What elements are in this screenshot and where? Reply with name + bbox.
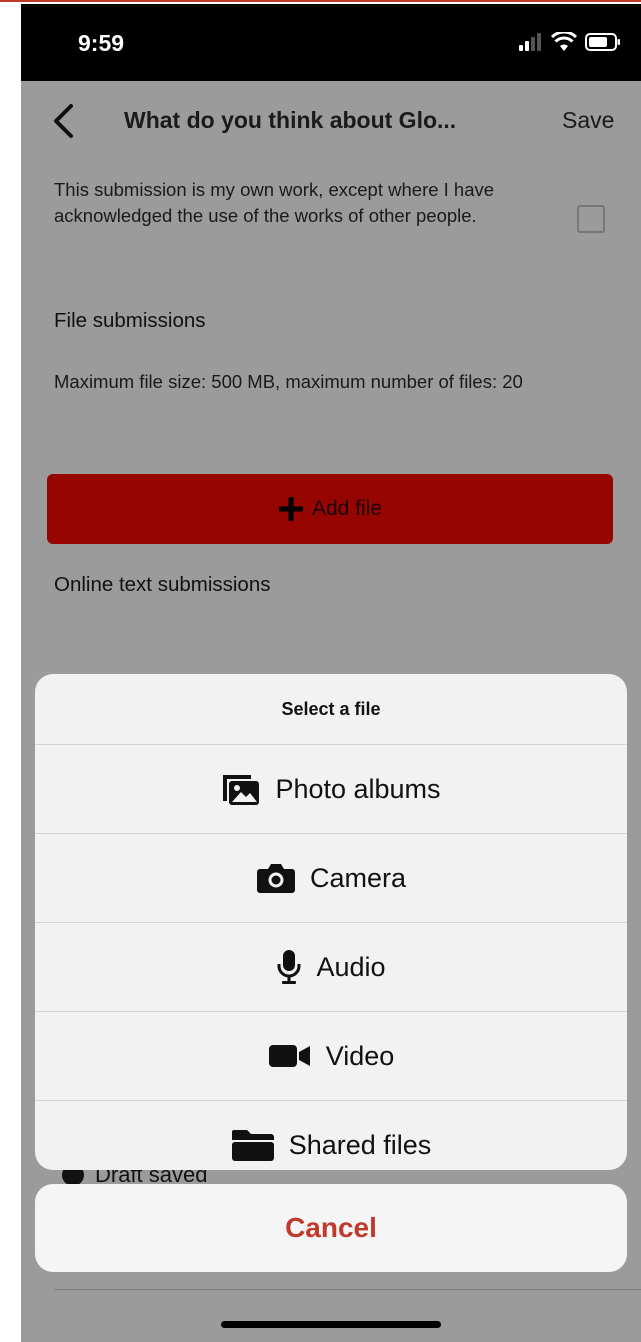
add-file-button[interactable]: Add file: [47, 474, 613, 544]
option-label: Photo albums: [275, 773, 441, 804]
submission-statement: This submission is my own work, except w…: [54, 179, 495, 226]
select-file-sheet: Select a file Photo albums Camera Audio …: [35, 674, 627, 1170]
option-shared-files[interactable]: Shared files: [35, 1101, 627, 1170]
battery-icon: [585, 33, 620, 51]
cancel-button[interactable]: Cancel: [35, 1184, 627, 1272]
status-icons: [519, 32, 621, 52]
file-submissions-heading: File submissions: [54, 309, 206, 332]
wifi-icon: [551, 32, 577, 51]
status-bar: 9:59: [21, 4, 641, 81]
top-accent-line: [0, 0, 641, 2]
option-label: Camera: [309, 862, 407, 893]
camera-icon: [256, 864, 295, 893]
online-text-heading: Online text submissions: [54, 573, 271, 596]
option-audio[interactable]: Audio: [35, 923, 627, 1012]
file-limits-info: Maximum file size: 500 MB, maximum numbe…: [54, 371, 523, 392]
option-label: Shared files: [288, 1129, 432, 1160]
option-label: Audio: [316, 951, 386, 982]
video-icon: [268, 1045, 310, 1067]
add-file-label: Add file: [311, 497, 383, 520]
divider: [54, 1289, 641, 1290]
navigation-bar: What do you think about Glo... Save: [21, 81, 641, 159]
microphone-icon: [277, 950, 301, 984]
statement-checkbox[interactable]: [577, 205, 605, 233]
option-label: Video: [325, 1040, 395, 1071]
photo-albums-icon: [223, 775, 260, 805]
save-button[interactable]: Save: [562, 107, 614, 134]
signal-icon: [519, 33, 541, 51]
option-video[interactable]: Video: [35, 1012, 627, 1101]
option-camera[interactable]: Camera: [35, 834, 627, 923]
left-margin: [0, 2, 21, 1342]
sheet-title: Select a file: [35, 674, 627, 745]
option-photo-albums[interactable]: Photo albums: [35, 745, 627, 834]
plus-icon: [278, 497, 303, 521]
back-chevron-icon[interactable]: [51, 103, 77, 139]
folder-icon: [231, 1130, 274, 1161]
home-indicator[interactable]: [221, 1321, 441, 1328]
phone-screen: 9:59 What do you think about Glo... Save…: [21, 4, 641, 1342]
status-time: 9:59: [78, 30, 125, 56]
page-title: What do you think about Glo...: [124, 107, 457, 133]
